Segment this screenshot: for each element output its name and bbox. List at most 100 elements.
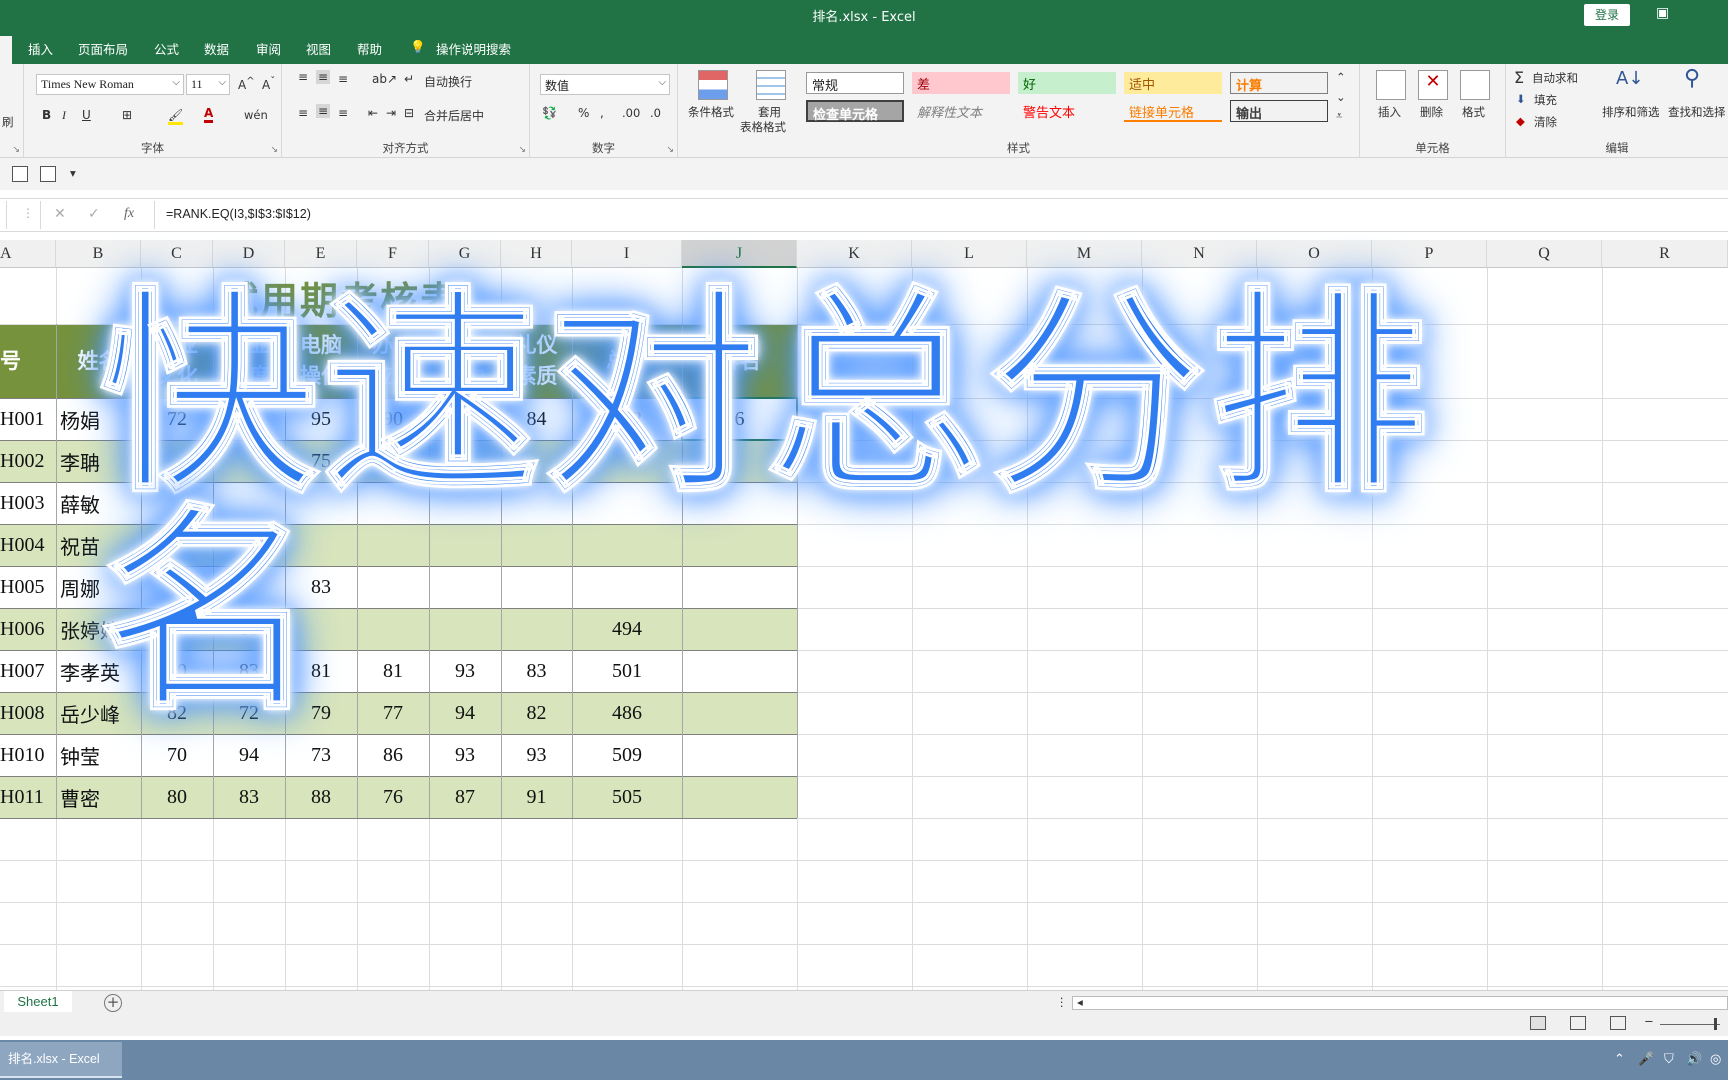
table-cell[interactable]: 505 [572,776,682,818]
page-break-view-icon[interactable] [1610,1016,1626,1030]
cancel-icon[interactable]: ✕ [54,206,66,222]
styles-scroll-up-icon[interactable]: ⌃ [1336,70,1346,84]
table-cell[interactable]: 88 [285,776,357,818]
style-output[interactable]: 输出 [1230,100,1328,122]
page-layout-view-icon[interactable] [1570,1016,1586,1030]
normal-view-icon[interactable] [1530,1016,1546,1030]
microphone-icon[interactable]: 🎤 [1638,1052,1654,1067]
zoom-out-icon[interactable]: − [1644,1014,1654,1028]
table-cell[interactable]: H005 [0,566,56,608]
horizontal-scrollbar[interactable]: ◂ [1072,995,1728,1010]
format-cells-button[interactable]: 格式 [1462,104,1485,120]
align-center-icon[interactable]: ≡ [316,104,331,118]
column-header-m[interactable]: M [1027,240,1142,268]
tell-me-search[interactable]: 操作说明搜索 [436,39,511,58]
alignment-launcher-icon[interactable]: ↘ [518,145,526,155]
table-cell[interactable]: 93 [501,734,572,776]
styles-more-icon[interactable]: ⩡ [1336,108,1343,123]
font-color-icon[interactable]: A [204,106,214,123]
style-check-cell[interactable]: 检查单元格 [806,100,904,123]
table-cell[interactable]: 83 [213,776,285,818]
sort-filter-button[interactable]: 排序和筛选 [1602,104,1660,120]
accounting-icon[interactable]: 💱 [542,106,557,120]
tray-chevron-icon[interactable]: ⌃ [1614,1052,1625,1067]
comma-icon[interactable]: , [600,106,604,120]
format-as-table-line1[interactable]: 套用 [758,104,781,120]
customize-qat-icon[interactable]: ▾ [70,166,76,180]
column-header-o[interactable]: O [1257,240,1372,268]
table-cell[interactable]: 87 [429,776,501,818]
column-header-k[interactable]: K [797,240,912,268]
table-cell[interactable]: 91 [501,776,572,818]
grow-font-icon[interactable]: A^ [238,76,255,92]
shrink-font-icon[interactable]: Aˇ [262,76,275,92]
scroll-split-icon[interactable]: ⋮ [1056,995,1068,1009]
tab-data[interactable]: 数据 [204,39,229,58]
tab-view[interactable]: 视图 [306,39,331,58]
ribbon-display-icon[interactable]: ▣ [1656,5,1669,21]
table-cell[interactable]: H001 [0,398,56,440]
tab-home-active[interactable] [0,36,12,64]
style-calculation[interactable]: 计算 [1230,72,1328,94]
underline-icon[interactable]: U [82,108,91,122]
column-header-n[interactable]: N [1142,240,1257,268]
percent-icon[interactable]: % [578,106,589,120]
autosum-button[interactable]: 自动求和 [1532,70,1578,86]
scroll-left-icon[interactable]: ◂ [1077,995,1083,1009]
column-header-p[interactable]: P [1372,240,1487,268]
tab-review[interactable]: 审阅 [256,39,281,58]
style-neutral[interactable]: 适中 [1124,72,1222,94]
borders-icon[interactable]: ⊞ [122,108,132,122]
styles-scroll-down-icon[interactable]: ⌄ [1336,90,1346,104]
delete-cells-button[interactable]: 删除 [1420,104,1443,120]
orientation-icon[interactable]: ab↗ [372,72,397,86]
sort-filter-icon[interactable]: A↓ [1616,68,1643,89]
tab-formulas[interactable]: 公式 [154,39,179,58]
style-good[interactable]: 好 [1018,72,1116,94]
table-cell[interactable]: 70 [141,734,213,776]
print-preview-icon[interactable] [12,166,28,182]
column-header-r[interactable]: R [1602,240,1728,268]
column-header-q[interactable]: Q [1487,240,1602,268]
font-name-combo[interactable]: Times New Roman ⌵ [36,74,184,95]
style-bad[interactable]: 差 [912,72,1010,94]
add-sheet-icon[interactable]: + [104,994,122,1012]
column-header-h[interactable]: H [501,240,572,268]
align-middle-icon[interactable]: ≡ [316,70,331,84]
namebox-handle-icon[interactable]: ⋮ [22,206,34,220]
bold-icon[interactable]: B [42,108,51,122]
table-cell[interactable]: H003 [0,482,56,524]
format-cells-icon[interactable] [1460,70,1490,100]
number-launcher-icon[interactable]: ↘ [666,145,674,155]
table-cell[interactable]: 曹密 [56,776,141,818]
volume-icon[interactable]: 🔊 [1686,1052,1702,1067]
column-header-f[interactable]: F [357,240,429,268]
screenshot-icon[interactable] [40,166,56,182]
align-left-icon[interactable]: ≡ [298,106,308,120]
taskbar-excel-item[interactable]: 排名.xlsx - Excel [0,1042,122,1078]
style-warning[interactable]: 警告文本 [1018,100,1116,122]
fill-button[interactable]: 填充 [1534,92,1557,108]
table-cell[interactable]: H002 [0,440,56,482]
merge-center-button[interactable]: 合并后居中 [424,107,484,124]
number-format-combo[interactable]: 数值 ⌵ [540,74,670,95]
table-cell[interactable]: H004 [0,524,56,566]
column-header-i[interactable]: I [572,240,682,268]
increase-decimal-icon[interactable]: .00 [622,106,640,120]
table-cell[interactable]: H011 [0,776,56,818]
conditional-format-icon[interactable] [698,70,728,100]
table-cell[interactable]: 94 [213,734,285,776]
tab-help[interactable]: 帮助 [357,39,382,58]
shield-icon[interactable]: ⛉ [1664,1052,1674,1067]
format-as-table-icon[interactable] [756,70,786,100]
insert-function-button[interactable]: fx [124,206,134,222]
table-cell[interactable]: 93 [429,734,501,776]
conditional-format-button[interactable]: 条件格式 [688,104,734,120]
format-as-table-line2[interactable]: 表格格式 [740,119,786,135]
phonetic-icon[interactable]: wén [244,108,268,122]
fill-color-icon[interactable]: 🖌 [168,108,184,125]
table-cell[interactable]: 509 [572,734,682,776]
table-cell[interactable]: 86 [357,734,429,776]
column-header-a[interactable]: A [0,240,56,268]
table-cell[interactable]: H007 [0,650,56,692]
